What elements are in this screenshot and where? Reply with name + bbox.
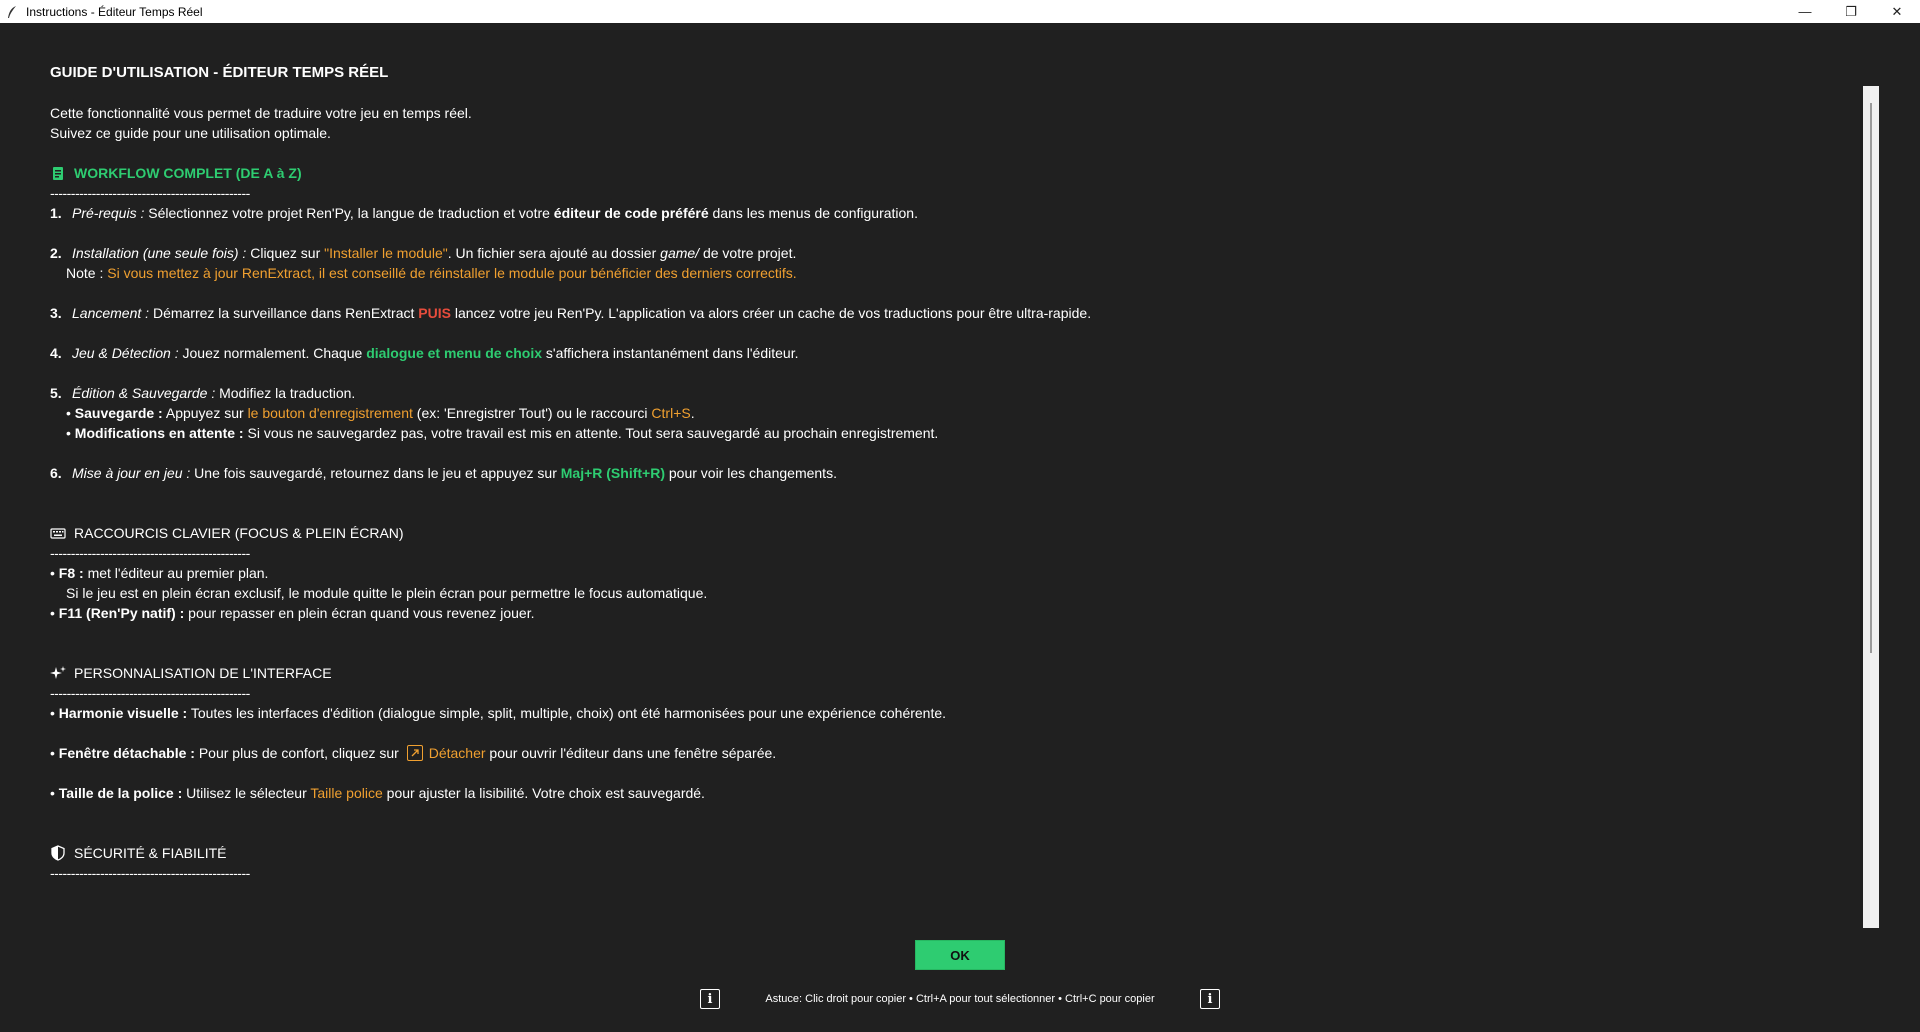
clipboard-icon [50, 165, 66, 181]
info-icon: i [700, 989, 720, 1009]
step-5-save: • Sauvegarde : Appuyez sur le bouton d'e… [66, 405, 695, 421]
quill-icon [6, 5, 20, 19]
security-section-title: SÉCURITÉ & FIABILITÉ [50, 843, 1850, 863]
custom-font-size: • Taille de la police : Utilisez le séle… [50, 785, 705, 801]
step-5-pending: • Modifications en attente : Si vous ne … [66, 425, 939, 441]
step-2: 2. Installation (une seule fois) : Clique… [50, 245, 797, 261]
keyboard-icon [50, 525, 66, 541]
shield-icon [50, 845, 66, 861]
sparkles-icon [50, 665, 66, 681]
step-2-note: Note : Si vous mettez à jour RenExtract,… [66, 265, 797, 281]
custom-detach: • Fenêtre détachable : Pour plus de conf… [50, 745, 777, 761]
step-1: 1. Pré-requis : Sélectionnez votre projet… [50, 205, 918, 221]
intro-line-1: Cette fonctionnalité vous permet de trad… [50, 105, 472, 121]
window-content: GUIDE D'UTILISATION - ÉDITEUR TEMPS RÉEL… [0, 23, 1920, 1032]
custom-harmony: • Harmonie visuelle : Toutes les interfa… [50, 705, 947, 721]
maximize-button[interactable]: ❐ [1828, 0, 1874, 23]
separator: ----------------------------------------… [50, 865, 250, 881]
close-button[interactable]: ✕ [1874, 0, 1920, 23]
info-icon: i [1200, 989, 1220, 1009]
intro-line-2: Suivez ce guide pour une utilisation opt… [50, 125, 331, 141]
separator: ----------------------------------------… [50, 185, 250, 201]
separator: ----------------------------------------… [50, 685, 250, 701]
window-title: Instructions - Éditeur Temps Réel [26, 4, 203, 19]
minimize-button[interactable]: — [1782, 0, 1828, 23]
customization-section-title: PERSONNALISATION DE L'INTERFACE [50, 663, 1850, 683]
step-4: 4. Jeu & Détection : Jouez normalement. C… [50, 345, 799, 361]
guide-heading: GUIDE D'UTILISATION - ÉDITEUR TEMPS RÉEL [50, 64, 389, 81]
step-3: 3. Lancement : Démarrez la surveillance d… [50, 305, 1092, 321]
tip-bar: i Astuce: Clic droit pour copier • Ctrl+… [700, 985, 1220, 1013]
step-6: 6. Mise à jour en jeu : Une fois sauvegar… [50, 465, 837, 481]
window-titlebar: Instructions - Éditeur Temps Réel — ❐ ✕ [0, 0, 1920, 23]
workflow-section-title: WORKFLOW COMPLET (DE A à Z) [50, 163, 1850, 183]
step-5: 5. Édition & Sauvegarde : Modifiez la tra… [50, 385, 356, 401]
detach-icon [406, 745, 423, 761]
instructions-text[interactable]: GUIDE D'UTILISATION - ÉDITEUR TEMPS RÉEL… [50, 63, 1850, 931]
ok-button[interactable]: OK [915, 940, 1005, 970]
shortcut-f8-note: Si le jeu est en plein écran exclusif, l… [66, 585, 708, 601]
tip-text: Astuce: Clic droit pour copier • Ctrl+A … [765, 993, 1155, 1005]
shortcuts-section-title: RACCOURCIS CLAVIER (FOCUS & PLEIN ÉCRAN) [50, 523, 1850, 543]
vertical-scrollbar[interactable] [1863, 86, 1879, 928]
shortcut-f8: • F8 : met l'éditeur au premier plan. [50, 565, 269, 581]
scrollbar-thumb[interactable] [1870, 103, 1872, 653]
separator: ----------------------------------------… [50, 545, 250, 561]
shortcut-f11: • F11 (Ren'Py natif) : pour repasser en … [50, 605, 535, 621]
